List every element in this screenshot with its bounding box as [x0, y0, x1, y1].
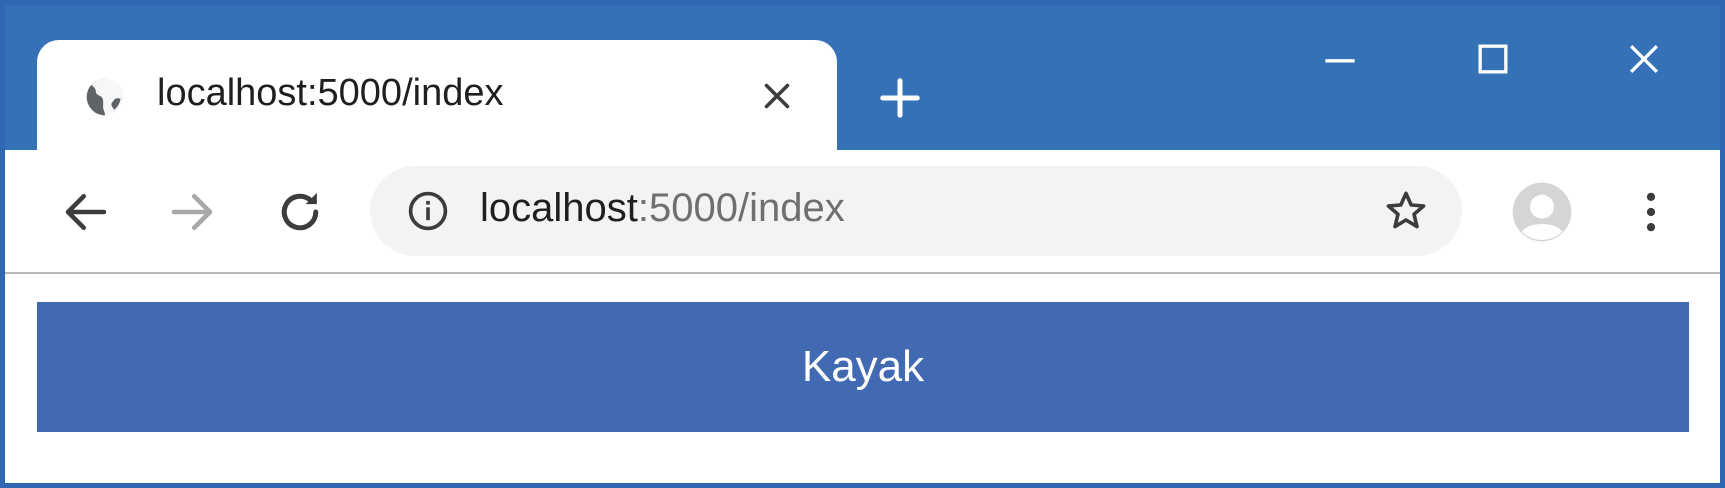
tab-strip: localhost:5000/index: [5, 5, 1720, 155]
browser-tab[interactable]: localhost:5000/index: [37, 40, 837, 155]
tab-close-icon[interactable]: [759, 78, 795, 114]
globe-icon: [83, 75, 127, 119]
maximize-icon[interactable]: [1471, 37, 1515, 81]
info-icon[interactable]: [406, 189, 450, 233]
back-arrow-icon[interactable]: [59, 185, 113, 239]
page-content: Kayak: [5, 274, 1720, 483]
kayak-banner: Kayak: [37, 302, 1689, 432]
avatar-icon[interactable]: [1510, 180, 1574, 244]
close-icon[interactable]: [1622, 37, 1666, 81]
url-path: :5000/index: [637, 186, 845, 230]
star-icon[interactable]: [1382, 187, 1430, 235]
minimize-icon[interactable]: [1318, 37, 1362, 81]
address-bar[interactable]: localhost:5000/index: [370, 166, 1462, 256]
banner-text: Kayak: [801, 342, 925, 391]
new-tab-plus-icon[interactable]: [877, 75, 923, 121]
browser-window: localhost:5000/index localhost:5000/inde…: [0, 0, 1725, 488]
kebab-menu-icon[interactable]: [1625, 186, 1677, 238]
forward-arrow-icon[interactable]: [165, 185, 219, 239]
browser-toolbar: localhost:5000/index: [5, 150, 1720, 274]
address-url[interactable]: localhost:5000/index: [480, 186, 845, 231]
tab-title: localhost:5000/index: [157, 72, 504, 114]
reload-icon[interactable]: [273, 185, 327, 239]
url-host: localhost: [480, 186, 638, 230]
